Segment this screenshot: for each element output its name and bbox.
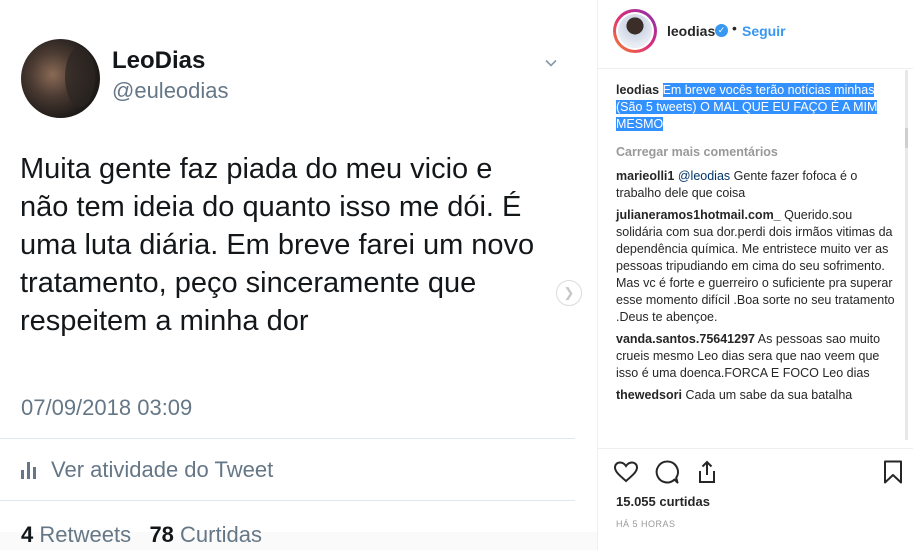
post-time[interactable]: HÁ 5 HORAS bbox=[616, 519, 676, 529]
post-username[interactable]: leodias bbox=[667, 23, 715, 39]
tweet-text-line: Muita gente faz piada do meu vicio e bbox=[20, 153, 493, 185]
bookmark-icon[interactable] bbox=[880, 459, 906, 485]
retweets-count: 4 bbox=[21, 522, 34, 547]
comment-username[interactable]: julianeramos1hotmail.com_ bbox=[616, 208, 781, 222]
comments-section[interactable]: leodias Em breve vocês terão notícias mi… bbox=[598, 70, 913, 448]
divider bbox=[0, 500, 575, 501]
tweet-text-line: não tem ideia do quanto isso me dói. É bbox=[20, 191, 522, 223]
share-icon[interactable] bbox=[694, 459, 720, 485]
comment-icon[interactable] bbox=[654, 459, 680, 485]
post-header: leodias ✓ • Seguir bbox=[598, 0, 913, 69]
chevron-right-icon[interactable]: ❯ bbox=[556, 280, 582, 306]
likes-label: Curtidas bbox=[180, 522, 262, 547]
tweet-handle: @euleodias bbox=[112, 78, 229, 103]
comment: marieolli1 @leodias Gente fazer fofoca é… bbox=[616, 168, 898, 202]
instagram-post-sidebar: leodias ✓ • Seguir leodias Em breve você… bbox=[597, 0, 913, 550]
tweet-text-line: respeitem a minha dor bbox=[20, 305, 309, 337]
verified-icon: ✓ bbox=[715, 24, 728, 37]
comment: julianeramos1hotmail.com_ Querido.sou so… bbox=[616, 207, 898, 326]
tweet-activity-link[interactable]: Ver atividade do Tweet bbox=[21, 457, 273, 483]
tweet-text-line: tratamento, peço sinceramente que bbox=[20, 267, 477, 299]
comment: thewedsori Cada um sabe da sua batalha bbox=[616, 387, 898, 404]
comment-text: Querido.sou solidária com sua dor.perdi … bbox=[616, 208, 895, 324]
load-more-comments[interactable]: Carregar mais comentários bbox=[616, 144, 898, 161]
tweet-counts: 4 Retweets 78 Curtidas bbox=[21, 522, 262, 548]
tweet-screenshot-panel: LeoDias @euleodias Muita gente faz piada… bbox=[0, 0, 597, 550]
bar-chart-icon bbox=[21, 461, 37, 479]
avatar[interactable] bbox=[613, 9, 657, 53]
tweet-display-name: LeoDias bbox=[112, 47, 206, 74]
tweet-date: 07/09/2018 03:09 bbox=[21, 395, 193, 420]
comment-username[interactable]: marieolli1 bbox=[616, 169, 674, 183]
follow-button[interactable]: Seguir bbox=[742, 23, 786, 39]
likes-count: 78 bbox=[149, 522, 174, 547]
tweet-activity-label: Ver atividade do Tweet bbox=[51, 457, 274, 482]
post-caption: leodias Em breve vocês terão notícias mi… bbox=[616, 82, 898, 133]
comment: vanda.santos.75641297 As pessoas sao mui… bbox=[616, 331, 898, 382]
chevron-down-icon[interactable] bbox=[545, 57, 557, 69]
retweets-label: Retweets bbox=[39, 522, 132, 547]
post-likes[interactable]: 15.055 curtidas bbox=[616, 494, 710, 509]
tweet-avatar bbox=[21, 39, 100, 118]
post-actions: 15.055 curtidas HÁ 5 HORAS bbox=[598, 448, 913, 551]
tweet-text-line: uma luta diária. Em breve farei um novo bbox=[20, 229, 535, 261]
tweet-card: LeoDias @euleodias Muita gente faz piada… bbox=[0, 0, 597, 547]
comments-scrollbar[interactable] bbox=[905, 70, 908, 440]
tweet-text: Muita gente faz piada do meu vicio e não… bbox=[20, 150, 565, 340]
comment-text: Cada um sabe da sua batalha bbox=[682, 388, 853, 402]
divider bbox=[0, 438, 575, 439]
caption-username[interactable]: leodias bbox=[616, 83, 659, 97]
heart-icon[interactable] bbox=[613, 459, 639, 485]
comment-username[interactable]: thewedsori bbox=[616, 388, 682, 402]
comment-username[interactable]: vanda.santos.75641297 bbox=[616, 332, 755, 346]
comment-mention[interactable]: @leodias bbox=[678, 169, 730, 183]
separator-dot: • bbox=[732, 20, 737, 36]
